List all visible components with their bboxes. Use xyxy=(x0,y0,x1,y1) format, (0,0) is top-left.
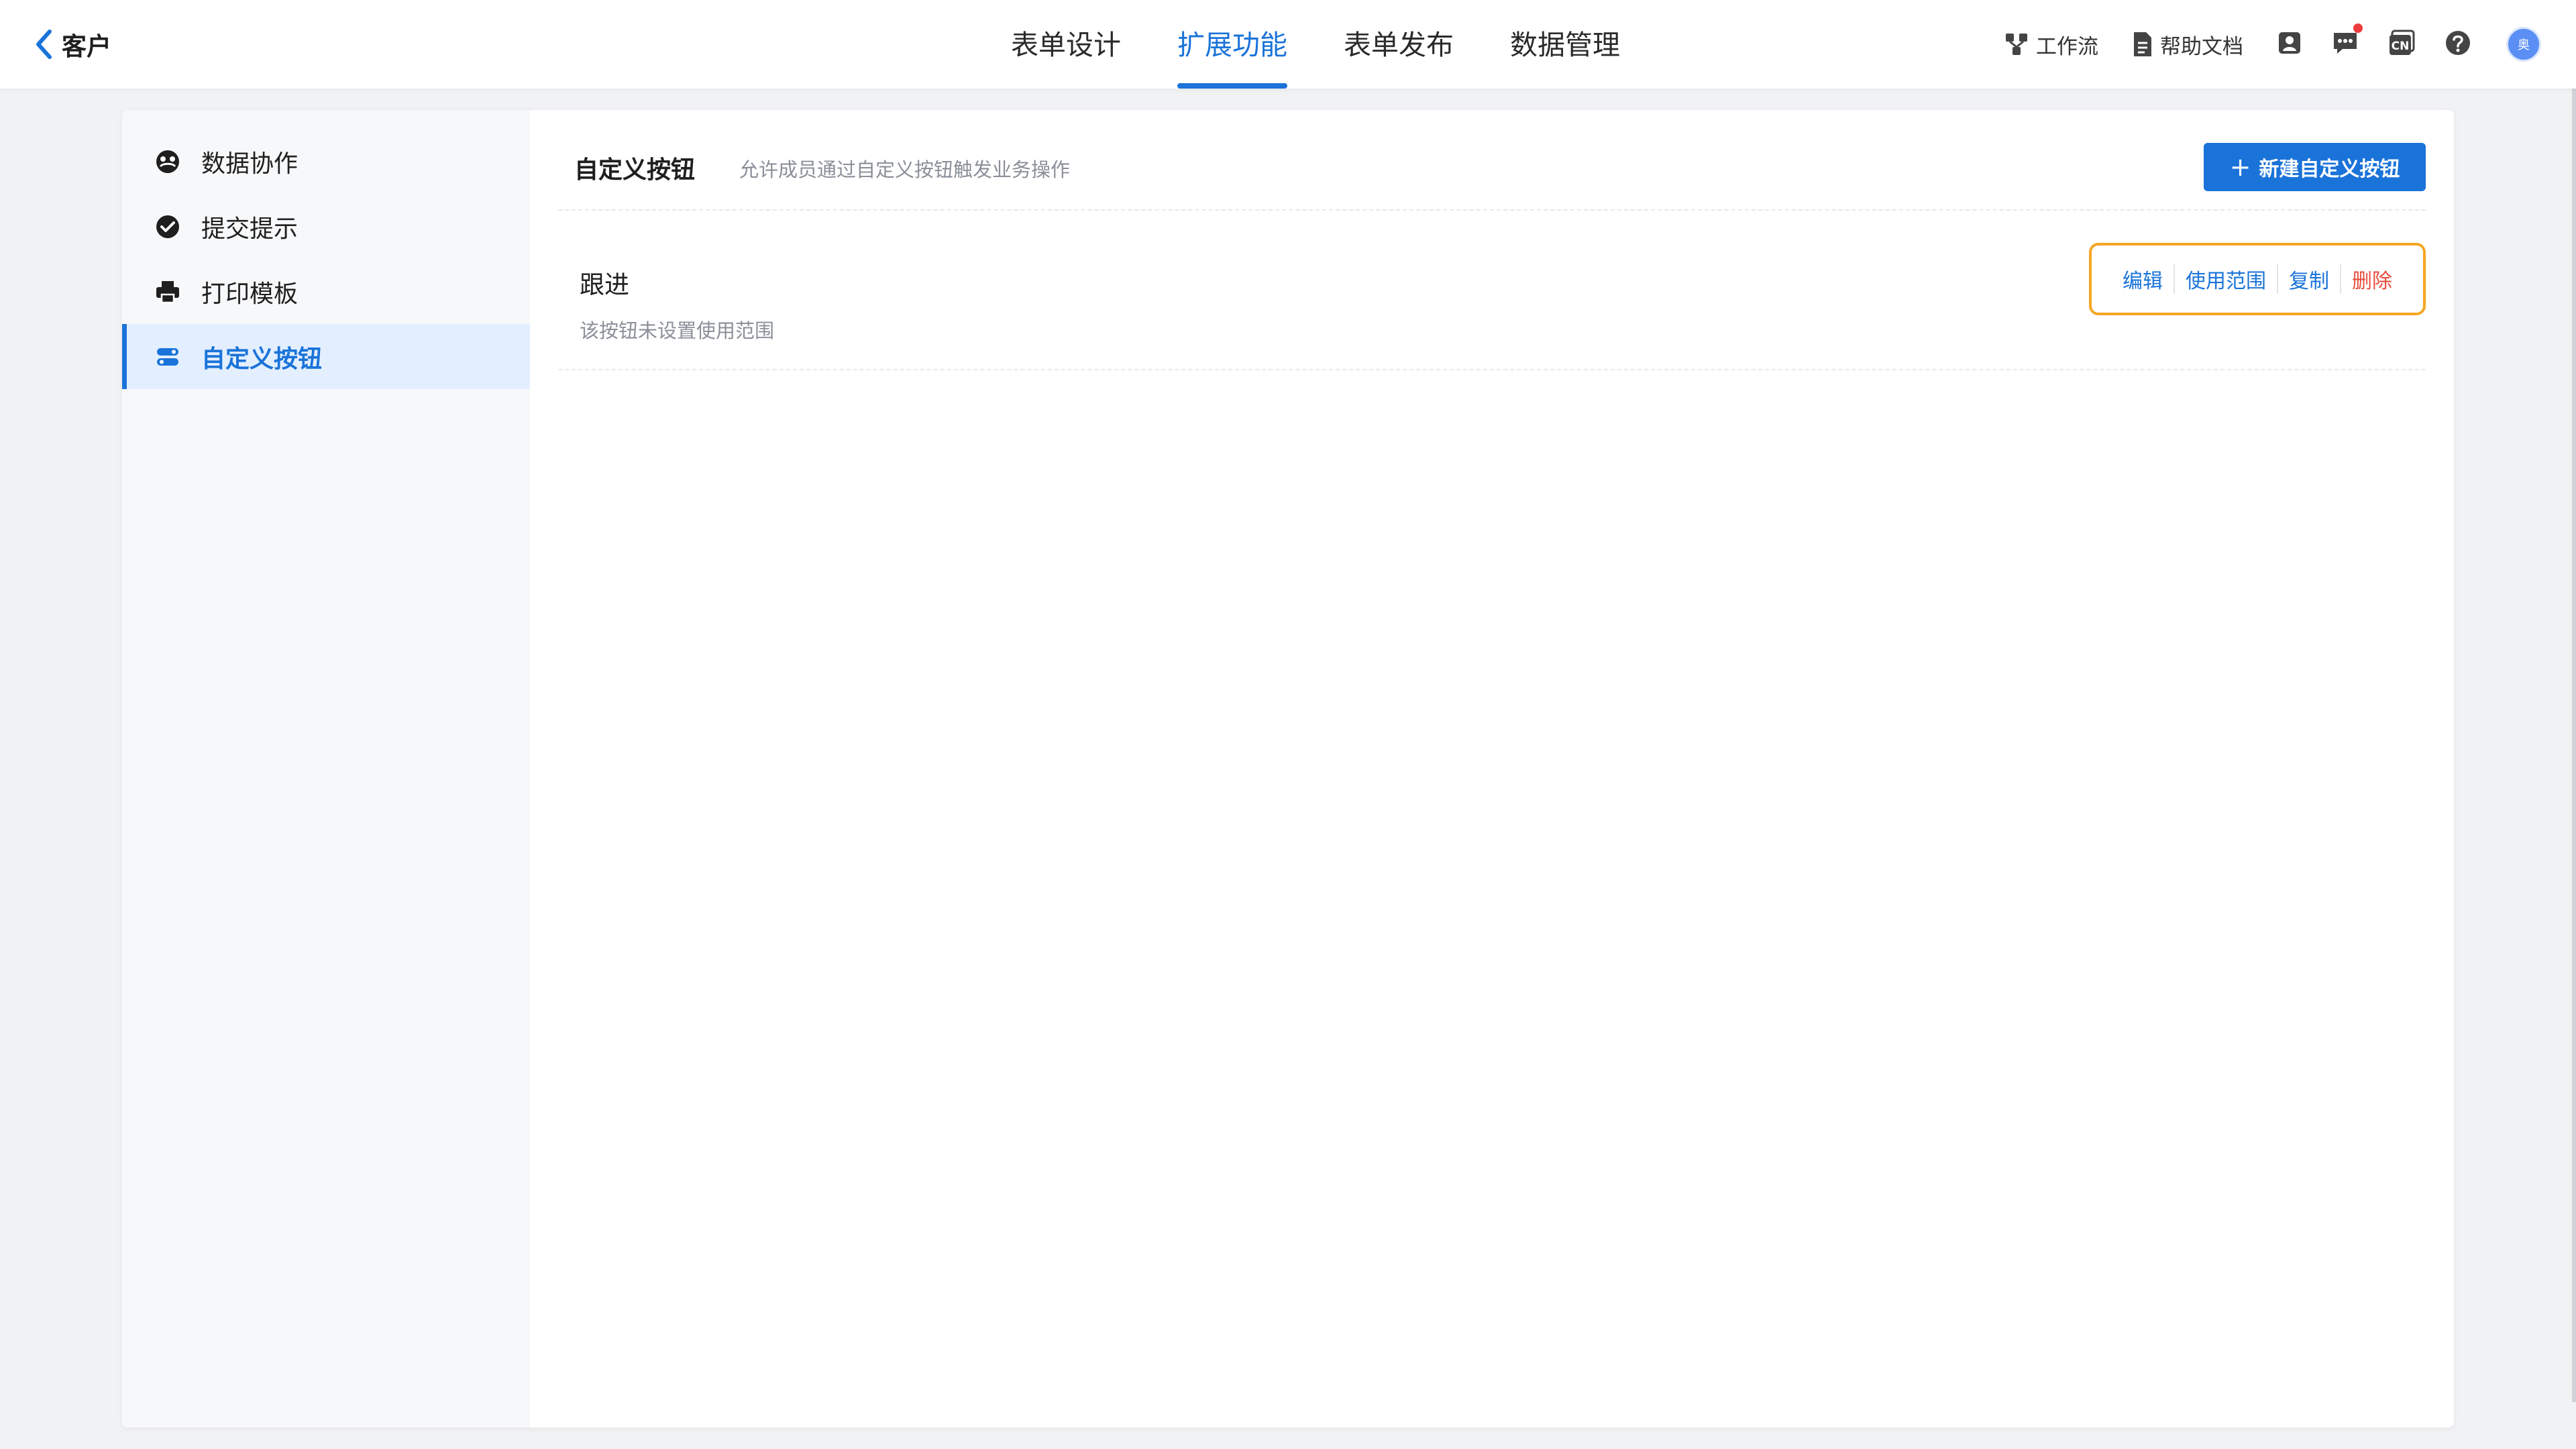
extension-sidebar: 数据协作 提交提示 打印模板 自定义按钮 xyxy=(122,110,530,1428)
sidebar-item-print-template[interactable]: 打印模板 xyxy=(122,259,530,324)
sidebar-item-label: 提交提示 xyxy=(201,215,299,243)
workflow-icon xyxy=(2004,32,2029,57)
new-custom-button[interactable]: + 新建自定义按钮 xyxy=(2204,143,2426,191)
sidebar-item-data-collaboration[interactable]: 数据协作 xyxy=(122,129,530,194)
workflow-button[interactable]: 工作流 xyxy=(2004,30,2132,60)
custom-button-row: 跟进 该按钮未设置使用范围 编辑 使用范围 复制 删除 xyxy=(558,211,2426,370)
sidebar-item-label: 打印模板 xyxy=(201,280,299,308)
page-description: 允许成员通过自定义按钮触发业务操作 xyxy=(739,158,1071,181)
notification-dot xyxy=(2353,23,2363,33)
header-tools: 工作流 帮助文档 CN 奥 xyxy=(2004,23,2541,64)
edit-link[interactable]: 编辑 xyxy=(2112,264,2174,294)
tab-form-design[interactable]: 表单设计 xyxy=(983,0,1149,89)
new-button-label: 新建自定义按钮 xyxy=(2259,158,2400,181)
panel-header: 自定义按钮 允许成员通过自定义按钮触发业务操作 + 新建自定义按钮 xyxy=(558,110,2426,211)
page-title: 自定义按钮 xyxy=(574,156,696,184)
contacts-button[interactable] xyxy=(2277,30,2302,58)
help-button[interactable] xyxy=(2445,30,2471,59)
messages-button[interactable] xyxy=(2332,23,2363,58)
custom-button-scope-hint: 该按钮未设置使用范围 xyxy=(580,319,775,342)
question-circle-icon xyxy=(2445,30,2471,59)
chat-bubble-icon xyxy=(2332,30,2359,58)
app-title: 客户 xyxy=(62,32,111,61)
language-button[interactable]: CN xyxy=(2388,30,2415,59)
copy-link[interactable]: 复制 xyxy=(2277,264,2340,294)
delete-link[interactable]: 删除 xyxy=(2340,264,2403,294)
user-avatar[interactable]: 奥 xyxy=(2506,27,2541,62)
tab-extensions[interactable]: 扩展功能 xyxy=(1149,0,1316,89)
plus-icon: + xyxy=(2229,152,2251,182)
custom-button-panel: 自定义按钮 允许成员通过自定义按钮触发业务操作 + 新建自定义按钮 跟进 该按钮… xyxy=(530,110,2454,1428)
chevron-left-icon xyxy=(35,29,52,60)
scope-link[interactable]: 使用范围 xyxy=(2174,264,2277,294)
settings-card: 数据协作 提交提示 打印模板 自定义按钮 自定义按钮 允许成员通过自定义按钮触发… xyxy=(122,110,2454,1428)
check-circle-icon xyxy=(153,212,182,241)
sidebar-item-label: 数据协作 xyxy=(201,150,299,178)
contact-card-icon xyxy=(2277,30,2302,58)
toggle-buttons-icon xyxy=(153,342,182,372)
help-docs-button[interactable]: 帮助文档 xyxy=(2132,30,2277,60)
tab-data-management[interactable]: 数据管理 xyxy=(1482,0,1648,89)
data-collab-icon xyxy=(153,147,182,176)
document-icon xyxy=(2132,31,2153,58)
workflow-label: 工作流 xyxy=(2036,34,2098,59)
printer-icon xyxy=(153,277,182,307)
row-actions: 编辑 使用范围 复制 删除 xyxy=(2089,243,2426,315)
window-scrollbar[interactable] xyxy=(2572,0,2576,1402)
tab-form-publish[interactable]: 表单发布 xyxy=(1316,0,1482,89)
top-header: 客户 表单设计 扩展功能 表单发布 数据管理 工作流 帮助文档 CN 奥 xyxy=(0,0,2576,89)
back-button[interactable]: 客户 xyxy=(35,24,111,64)
sidebar-item-custom-button[interactable]: 自定义按钮 xyxy=(122,324,530,389)
language-icon: CN xyxy=(2388,30,2415,59)
sidebar-item-submit-tip[interactable]: 提交提示 xyxy=(122,194,530,259)
custom-button-name: 跟进 xyxy=(580,270,629,299)
main-tabs: 表单设计 扩展功能 表单发布 数据管理 xyxy=(983,0,1648,89)
help-docs-label: 帮助文档 xyxy=(2160,34,2243,59)
language-badge: CN xyxy=(2392,40,2410,53)
sidebar-item-label: 自定义按钮 xyxy=(201,345,323,373)
